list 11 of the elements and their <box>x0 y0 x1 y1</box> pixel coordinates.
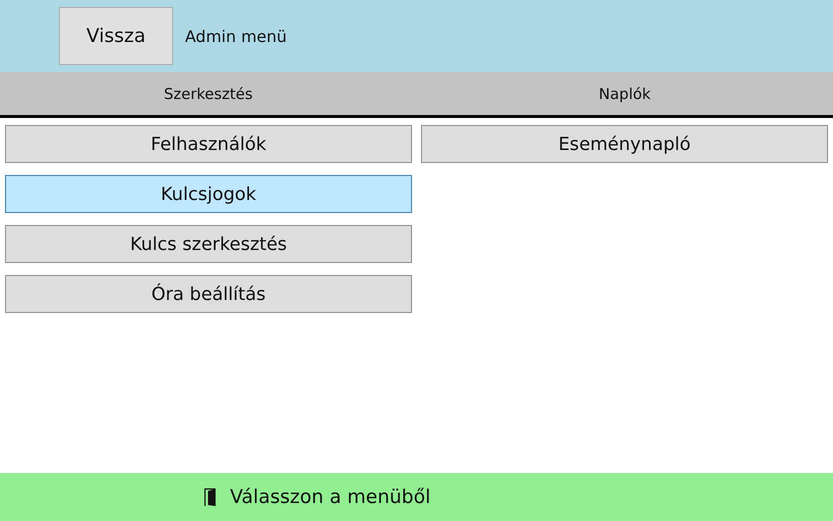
column-heading: Szerkesztés <box>162 84 254 104</box>
menu-button[interactable]: Kulcsjogok <box>5 175 412 213</box>
door-icon <box>204 488 216 506</box>
page-title: Admin menü <box>185 26 287 46</box>
status-text: Válasszon a menüből <box>230 486 430 508</box>
back-button[interactable]: Vissza <box>59 7 173 65</box>
menu-button[interactable]: Óra beállítás <box>5 275 412 313</box>
menu-button[interactable]: Eseménynapló <box>421 125 828 163</box>
menu-button[interactable]: Kulcs szerkesztés <box>5 225 412 263</box>
column-heading: Naplók <box>598 84 652 104</box>
menu-button[interactable]: Felhasználók <box>5 125 412 163</box>
